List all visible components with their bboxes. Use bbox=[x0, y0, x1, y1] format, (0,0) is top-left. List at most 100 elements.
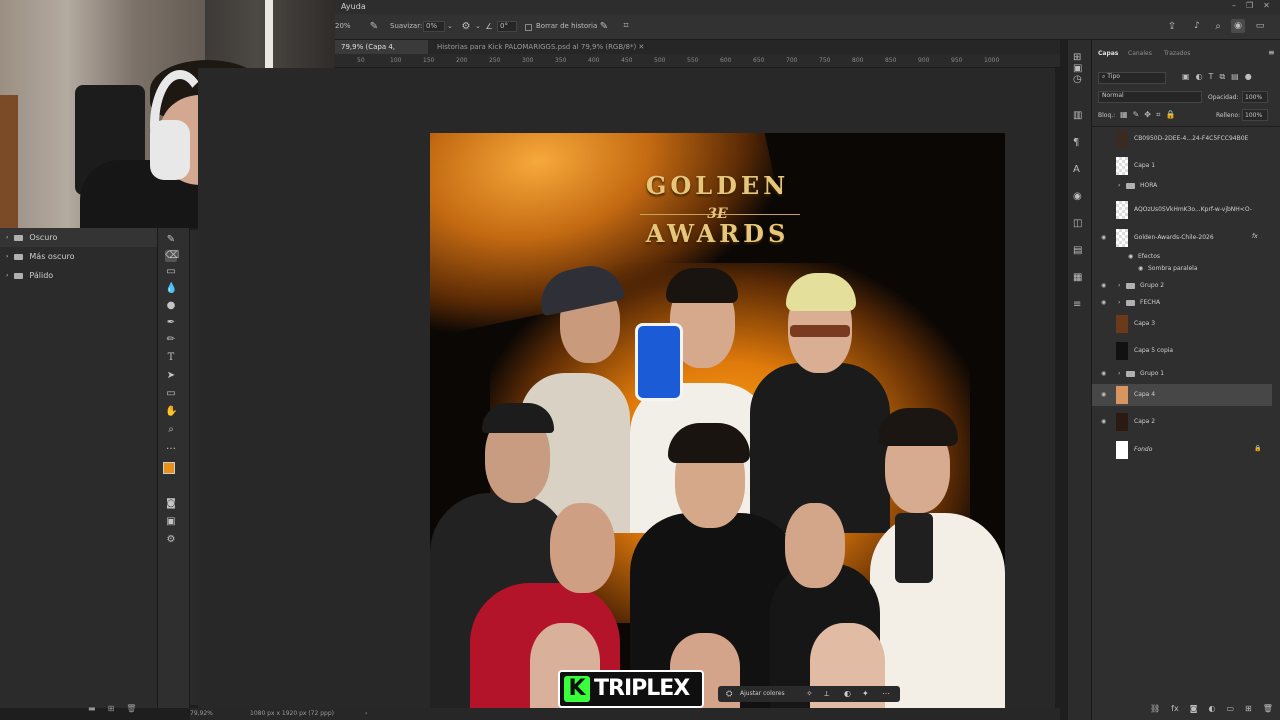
screen-mode-icon[interactable]: ▣ bbox=[165, 516, 177, 528]
trash-icon[interactable]: 🗑 bbox=[126, 704, 136, 713]
layer-row[interactable]: Fondo 🔒 bbox=[1092, 439, 1272, 461]
fx-icon[interactable]: fx bbox=[1171, 704, 1179, 713]
lock-artboard-icon[interactable]: ⌗ bbox=[1156, 110, 1161, 120]
layer-row[interactable]: ◉ Golden-Awards-Chile-2026 fx bbox=[1092, 227, 1272, 249]
chevron-right-icon[interactable]: › bbox=[1118, 282, 1120, 289]
effects-row[interactable]: ◉ Efectos bbox=[1092, 251, 1272, 263]
comments-icon[interactable]: ▣ bbox=[1073, 63, 1082, 74]
generate-icon[interactable]: ✧ bbox=[806, 689, 813, 698]
tab-paths[interactable]: Trazados bbox=[1164, 50, 1190, 57]
transform-icon[interactable]: ⟂ bbox=[824, 689, 829, 699]
eraser-tool-icon[interactable]: ⌫ bbox=[165, 250, 179, 262]
bell-icon[interactable]: ♪ bbox=[1190, 19, 1204, 33]
eye-icon[interactable]: ◉ bbox=[1101, 282, 1108, 289]
lock-move-icon[interactable]: ✥ bbox=[1144, 110, 1151, 120]
dodge-tool-icon[interactable]: ● bbox=[165, 300, 177, 312]
chevron-right-icon[interactable]: › bbox=[1118, 182, 1120, 189]
lock-all-icon[interactable]: 🔒 bbox=[1165, 110, 1175, 120]
pen-tool-icon[interactable]: ✒ bbox=[165, 317, 177, 329]
adjustments-icon[interactable]: ≡ bbox=[1073, 291, 1082, 318]
adjustment-icon[interactable]: ◐ bbox=[1208, 704, 1215, 713]
fill-input[interactable]: 100% bbox=[1242, 109, 1268, 121]
gear-icon[interactable]: ⚙ bbox=[460, 20, 472, 32]
mask-icon[interactable]: ◙ bbox=[1190, 704, 1198, 713]
lock-paint-icon[interactable]: ✎ bbox=[1133, 110, 1140, 120]
eye-icon[interactable]: ◉ bbox=[1101, 234, 1108, 241]
gradient-tool-icon[interactable]: ▭ bbox=[165, 266, 177, 278]
new-layer-icon[interactable]: ⊞ bbox=[1245, 704, 1252, 713]
mask-icon[interactable]: ◐ bbox=[844, 689, 851, 698]
eye-icon[interactable]: ◉ bbox=[1128, 253, 1133, 260]
zoom-readout[interactable]: 79,92% bbox=[190, 710, 213, 717]
properties-icon[interactable]: ◫ bbox=[1073, 210, 1082, 237]
discover-icon[interactable]: ◉ bbox=[1231, 19, 1245, 33]
layer-group-row[interactable]: ◉ › Grupo 1 bbox=[1092, 365, 1272, 382]
zoom-option[interactable]: 20% bbox=[335, 22, 351, 30]
image-filter-icon[interactable]: ▣ bbox=[1182, 72, 1190, 82]
paragraph-icon[interactable]: ¶ bbox=[1073, 129, 1082, 156]
hand-tool-icon[interactable]: ✋ bbox=[165, 406, 177, 418]
eye-icon[interactable]: ◉ bbox=[1101, 418, 1108, 425]
tab-historias-document[interactable]: Historias para Kick PALOMARIGGS.psd al 7… bbox=[431, 40, 651, 54]
filter-toggle-icon[interactable]: ● bbox=[1245, 72, 1252, 82]
status-arrow-icon[interactable]: › bbox=[365, 710, 367, 717]
layer-filter-select[interactable]: ⌕ Tipo bbox=[1098, 72, 1166, 84]
menu-help[interactable]: Ayuda bbox=[341, 2, 366, 11]
rectangle-tool-icon[interactable]: ▭ bbox=[165, 388, 177, 400]
grid-icon[interactable]: ▦ bbox=[1073, 264, 1082, 291]
path-select-icon[interactable]: ➤ bbox=[165, 370, 177, 382]
libraries-icon[interactable]: ⊞ bbox=[1073, 52, 1082, 63]
histogram-icon[interactable]: ▥ bbox=[1073, 102, 1082, 129]
smart-filter-icon[interactable]: ▤ bbox=[1231, 72, 1239, 82]
adjustment-filter-icon[interactable]: ◐ bbox=[1196, 72, 1203, 82]
shape-filter-icon[interactable]: ⧉ bbox=[1219, 72, 1225, 82]
layer-group-row[interactable]: ◉ › Grupo 2 bbox=[1092, 277, 1272, 294]
smoothing-input[interactable]: 0% bbox=[423, 21, 445, 32]
symmetry-icon[interactable]: ⌗ bbox=[619, 19, 633, 33]
layer-row-selected[interactable]: ◉ Capa 4 bbox=[1092, 384, 1272, 406]
tab-channels[interactable]: Canales bbox=[1128, 50, 1152, 57]
pressure-icon[interactable]: ✎ bbox=[597, 19, 611, 33]
opacity-input[interactable]: 100% bbox=[1242, 91, 1268, 103]
erase-history-checkbox[interactable] bbox=[525, 24, 532, 31]
layer-row[interactable]: Capa 5 copia bbox=[1092, 340, 1272, 362]
zoom-tool-icon[interactable]: ⌕ bbox=[165, 424, 177, 436]
tab-active-document[interactable]: 79,9% (Capa 4, RGB/8*) * bbox=[335, 40, 428, 65]
blend-mode-select[interactable]: Normal bbox=[1098, 91, 1202, 103]
panel-menu-icon[interactable]: ≡ bbox=[1268, 48, 1275, 57]
type-tool-icon[interactable]: T bbox=[165, 352, 177, 364]
color-icon[interactable]: ◉ bbox=[1073, 183, 1082, 210]
dropdown-icon[interactable]: ⌄ bbox=[475, 22, 481, 30]
airbrush-icon[interactable]: ✎ bbox=[367, 19, 381, 33]
eye-icon[interactable]: ◉ bbox=[1101, 391, 1108, 398]
character-icon[interactable]: A bbox=[1073, 156, 1082, 183]
layer-group-row[interactable]: › HORA bbox=[1092, 177, 1272, 195]
new-group-icon[interactable]: ▬ bbox=[88, 704, 96, 713]
text-filter-icon[interactable]: T bbox=[1209, 72, 1214, 82]
layer-row[interactable]: Capa 1 bbox=[1092, 155, 1272, 177]
layer-row[interactable]: CB0950D-2DEE-4...24-F4C5FCC94B0E bbox=[1092, 128, 1272, 150]
brush-tool-icon[interactable]: ✎ bbox=[165, 234, 177, 246]
layer-row[interactable]: Capa 3 bbox=[1092, 313, 1272, 335]
smoothing-dropdown-icon[interactable]: ⌄ bbox=[447, 22, 453, 30]
tab-layers[interactable]: Capas bbox=[1098, 50, 1118, 57]
eye-icon[interactable]: ◉ bbox=[1138, 265, 1143, 272]
folder-icon[interactable]: ▭ bbox=[1226, 704, 1234, 713]
swatch-group-pale[interactable]: › Pálido bbox=[0, 266, 157, 285]
link-icon[interactable]: ⛓ bbox=[1150, 704, 1160, 713]
adjust-colors-button[interactable]: Ajustar colores bbox=[740, 690, 785, 697]
minimize-icon[interactable]: – bbox=[1232, 1, 1236, 13]
trash-icon[interactable]: 🗑 bbox=[1263, 704, 1273, 713]
history-icon[interactable]: ◷ bbox=[1073, 74, 1082, 85]
eye-icon[interactable]: ◉ bbox=[1101, 370, 1108, 377]
lock-pixels-icon[interactable]: ▦ bbox=[1120, 110, 1128, 120]
layer-row[interactable]: ◉ Capa 2 bbox=[1092, 411, 1272, 433]
layer-row[interactable]: AQOzUs0SVkHmK3o...Kprf-w-vjbNH<O- bbox=[1092, 199, 1272, 221]
share-icon[interactable]: ⇪ bbox=[1165, 19, 1179, 33]
document-canvas[interactable]: GOLDEN 3E AWARDS bbox=[430, 133, 1005, 708]
more-options-icon[interactable]: ⋯ bbox=[882, 689, 890, 698]
swatch-group-dark[interactable]: › Oscuro bbox=[0, 228, 157, 247]
quick-mask-icon[interactable]: ◙ bbox=[165, 498, 177, 510]
extras-icon[interactable]: ⚙ bbox=[165, 534, 177, 546]
ai-icon[interactable]: ✦ bbox=[862, 689, 869, 698]
